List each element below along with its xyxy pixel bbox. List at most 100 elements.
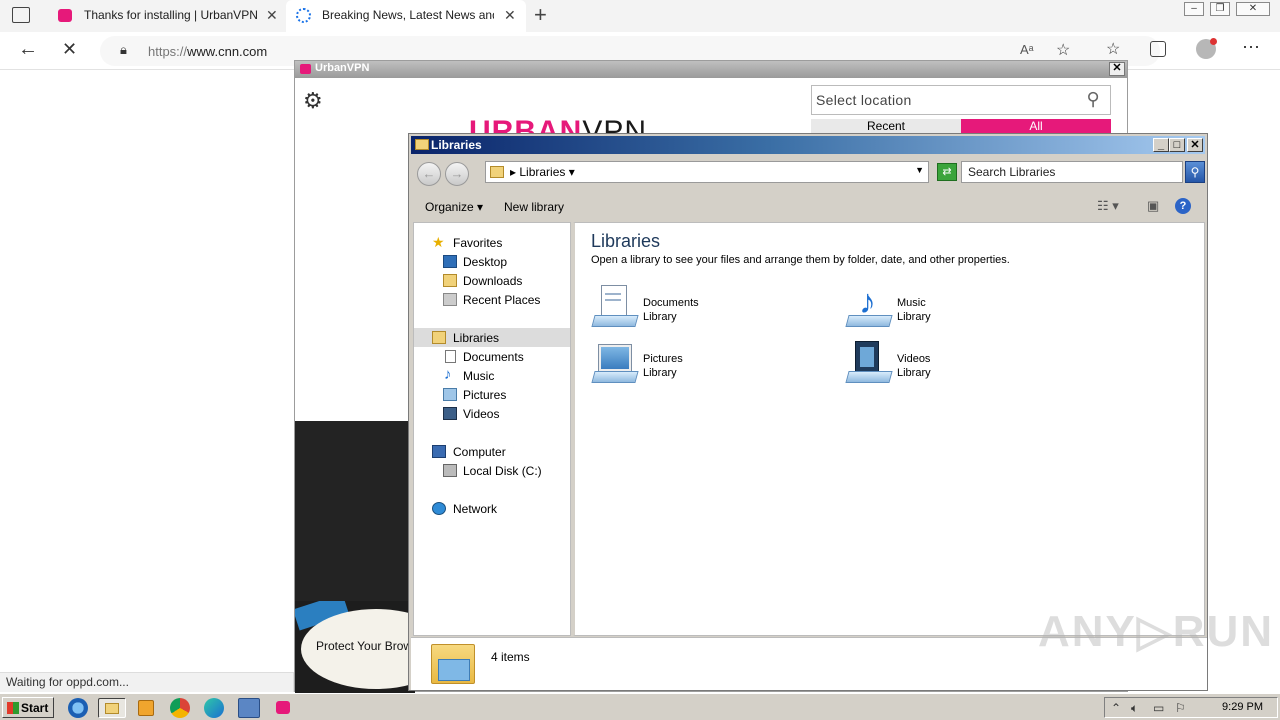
star-icon: ★ <box>432 234 445 250</box>
breadcrumb[interactable]: ▸ Libraries ▾ <box>510 165 575 179</box>
network-tray-icon[interactable]: ▭ <box>1153 701 1164 715</box>
urbanvpn-titlebar[interactable]: UrbanVPN ✕ <box>295 61 1127 78</box>
tab-title: Breaking News, Latest News and <box>322 8 494 22</box>
close-icon[interactable]: ✕ <box>266 7 278 24</box>
taskbar: Start ⌃ 🔈︎ ▭ ⚐ 9:29 PM <box>0 693 1280 720</box>
nav-item-network[interactable]: Network <box>414 499 570 518</box>
urbanvpn-taskbar-icon[interactable] <box>272 698 294 718</box>
nav-item-desktop[interactable]: Desktop <box>414 252 570 271</box>
refresh-button[interactable]: ⇄ <box>937 163 957 181</box>
organize-button[interactable]: Organize ▾ <box>425 200 483 214</box>
chrome-icon[interactable] <box>170 698 190 718</box>
library-pictures[interactable]: Pictures Library <box>591 341 831 391</box>
nav-item-computer[interactable]: Computer <box>414 442 570 461</box>
navigation-pane: ★ Favorites Desktop Downloads Recent Pla… <box>413 222 571 636</box>
more-menu-icon[interactable]: ⋯ <box>1242 37 1260 58</box>
nav-item-local-disk[interactable]: Local Disk (C:) <box>414 461 570 480</box>
urbanvpn-favicon <box>58 9 72 22</box>
favorites-icon[interactable]: ☆ <box>1106 39 1120 59</box>
library-videos[interactable]: Videos Library <box>845 341 1085 391</box>
forward-button[interactable]: → <box>445 162 469 186</box>
media-player-icon[interactable] <box>138 700 154 716</box>
help-icon[interactable]: ? <box>1175 198 1191 214</box>
urbanvpn-logo-icon <box>300 64 311 74</box>
edge-icon[interactable] <box>204 698 224 718</box>
collections-icon[interactable] <box>1150 41 1166 57</box>
library-folder-icon <box>431 644 475 684</box>
location-search-input[interactable]: Select location ⚲ <box>811 85 1111 115</box>
view-options-icon[interactable]: ☷ ▾ <box>1097 198 1119 214</box>
new-tab-icon[interactable]: + <box>534 2 547 28</box>
anyrun-watermark: ANY▷RUN <box>1038 607 1275 656</box>
lock-icon[interactable]: 🔒︎ <box>120 42 127 58</box>
library-documents[interactable]: Documents Library <box>591 285 831 335</box>
preview-pane-icon[interactable]: ▣ <box>1147 198 1159 214</box>
nav-item-videos[interactable]: Videos <box>414 404 570 423</box>
volume-icon[interactable]: 🔈︎ <box>1131 701 1138 716</box>
recent-places-icon <box>443 293 457 306</box>
show-hidden-icons[interactable]: ⌃ <box>1111 701 1121 715</box>
promo-banner[interactable]: Protect Your Brow <box>295 601 415 693</box>
search-icon: ⚲ <box>1086 89 1100 109</box>
action-center-flag-icon[interactable]: ⚐ <box>1175 701 1186 715</box>
back-button[interactable]: ← <box>417 162 441 186</box>
nav-item-documents[interactable]: Documents <box>414 347 570 366</box>
loading-icon <box>296 8 311 23</box>
close-button[interactable]: ✕ <box>1187 138 1203 152</box>
start-button[interactable]: Start <box>2 697 54 718</box>
close-icon[interactable]: ✕ <box>504 7 516 24</box>
nav-item-downloads[interactable]: Downloads <box>414 271 570 290</box>
library-music[interactable]: ♪ Music Library <box>845 285 1085 335</box>
videos-library-icon <box>845 341 893 387</box>
documents-icon <box>445 350 456 363</box>
nav-item-libraries[interactable]: Libraries <box>414 328 570 347</box>
documents-library-icon <box>591 285 639 331</box>
tab-cnn[interactable]: Breaking News, Latest News and ✕ <box>286 0 526 32</box>
clock[interactable]: 9:29 PM <box>1222 701 1263 713</box>
computer-icon <box>432 445 446 458</box>
search-input[interactable]: Search Libraries <box>961 161 1183 183</box>
command-bar: Organize ▾ New library ☷ ▾ ▣ ? <box>411 192 1207 220</box>
pictures-icon <box>443 388 457 401</box>
close-icon[interactable]: ✕ <box>1109 62 1125 76</box>
tab-urbanvpn[interactable]: Thanks for installing | UrbanVPN ✕ <box>48 0 282 32</box>
nav-item-music[interactable]: ♪ Music <box>414 366 570 385</box>
new-library-button[interactable]: New library <box>504 200 564 214</box>
network-icon <box>432 502 446 515</box>
nav-item-pictures[interactable]: Pictures <box>414 385 570 404</box>
desktop-icon <box>443 255 457 268</box>
add-favorite-icon[interactable]: ☆ <box>1056 40 1070 60</box>
ie-icon[interactable] <box>68 698 88 718</box>
browser-tab-bar: Thanks for installing | UrbanVPN ✕ Break… <box>0 0 1280 32</box>
tab-actions-icon[interactable] <box>12 7 30 23</box>
explorer-titlebar[interactable]: Libraries _ □ ✕ <box>411 136 1205 154</box>
minimize-button[interactable]: _ <box>1153 138 1169 152</box>
search-icon[interactable]: ⚲ <box>1185 161 1205 183</box>
stop-loading-icon[interactable]: ✕ <box>62 39 77 60</box>
item-count: 4 items <box>491 650 530 664</box>
back-icon[interactable]: ← <box>18 38 38 61</box>
downloads-icon <box>443 274 457 287</box>
window-title: Libraries <box>431 138 482 152</box>
page-subtitle: Open a library to see your files and arr… <box>591 254 1010 266</box>
music-library-icon: ♪ <box>845 285 893 331</box>
disk-icon <box>443 464 457 477</box>
gear-icon[interactable]: ⚙ <box>303 88 323 114</box>
explorer-taskbar-icon[interactable] <box>98 698 126 718</box>
read-aloud-icon[interactable]: A︎ᵃ <box>1020 42 1034 57</box>
nav-item-recent-places[interactable]: Recent Places <box>414 290 570 309</box>
address-path[interactable]: ▸ Libraries ▾ ▼ <box>485 161 929 183</box>
chevron-down-icon[interactable]: ▼ <box>915 165 924 175</box>
tab-title: Thanks for installing | UrbanVPN <box>84 8 258 22</box>
close-window-button[interactable]: ✕ <box>1236 2 1270 16</box>
minimize-button[interactable]: ‒ <box>1184 2 1204 16</box>
urbanvpn-title: UrbanVPN <box>315 62 370 74</box>
videos-icon <box>443 407 457 420</box>
nav-item-favorites[interactable]: ★ Favorites <box>414 233 570 252</box>
remote-desktop-icon[interactable] <box>238 698 260 718</box>
music-icon: ♪ <box>444 366 452 383</box>
restore-button[interactable]: ❐ <box>1210 2 1230 16</box>
urbanvpn-logo: URBANVPN <box>469 117 647 133</box>
navigation-row: ← → ▸ Libraries ▾ ▼ ⇄ Search Libraries ⚲ <box>413 158 1205 188</box>
maximize-button[interactable]: □ <box>1169 138 1185 152</box>
